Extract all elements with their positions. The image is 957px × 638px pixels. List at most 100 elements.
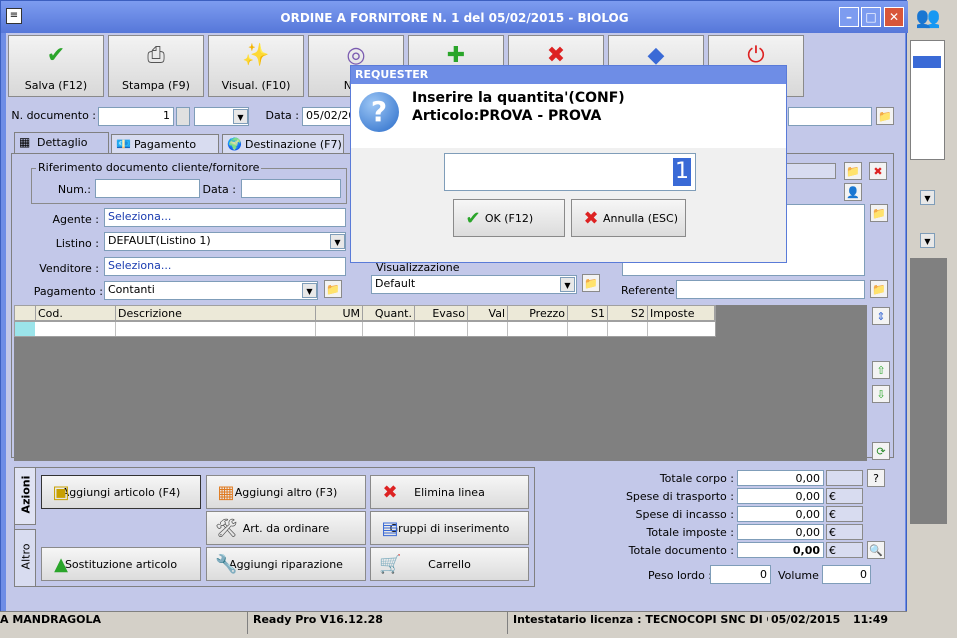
grid-header-cell[interactable]: Val	[468, 306, 508, 321]
quantity-input[interactable]: 1	[444, 153, 696, 191]
minimize-button[interactable]: –	[839, 7, 859, 27]
chevron-down-icon[interactable]: ▼	[330, 234, 345, 249]
ndoc-label: N. documento :	[11, 109, 96, 122]
tab-dettaglio[interactable]: ▦ Dettaglio (F5)	[14, 132, 109, 168]
delete-icon[interactable]: ✖	[869, 162, 887, 180]
folder-icon[interactable]: 📁	[582, 274, 600, 292]
tab-azioni[interactable]: Azioni	[14, 467, 36, 525]
add-other-button[interactable]: ▦ Aggiungi altro (F3)	[206, 475, 366, 509]
folder-icon[interactable]: 📁	[870, 280, 888, 298]
items-to-order-button[interactable]: 🛠 Art. da ordinare	[206, 511, 366, 545]
grid-header-cell[interactable]: Cod.	[36, 306, 116, 321]
grid-header-cell[interactable]: Quant.	[363, 306, 415, 321]
requester-dialog: REQUESTER ? Inserire la quantita'(CONF) …	[350, 65, 787, 263]
dialog-line-2: Articolo:PROVA - PROVA	[412, 108, 602, 124]
num-field[interactable]	[95, 179, 200, 198]
help-button[interactable]: ?	[867, 469, 885, 487]
refresh-icon[interactable]: ⟳	[872, 442, 890, 460]
wrench-icon: 🔧	[215, 554, 238, 575]
cancel-button[interactable]: ✖ Annulla (ESC)	[571, 199, 686, 237]
venditore-field[interactable]: Seleziona...	[104, 257, 346, 276]
globe-icon: 🌍	[227, 137, 242, 151]
cart-button[interactable]: 🛒 Carrello	[370, 547, 529, 581]
print-button[interactable]: ⎙ Stampa (F9)	[108, 35, 204, 97]
arrow-down-icon[interactable]: ⇩	[872, 385, 890, 403]
close-button[interactable]: ✕	[884, 7, 904, 27]
date-label: Data :	[265, 109, 299, 122]
totals-label: Spese di trasporto :	[625, 490, 734, 503]
peso-label: Peso lordo :	[648, 569, 712, 582]
agente-label: Agente :	[52, 213, 99, 226]
agente-field[interactable]: Seleziona...	[104, 208, 346, 227]
arrow-up-icon[interactable]: ⇧	[872, 361, 890, 379]
status-date: 05/02/2015	[771, 613, 841, 626]
cell-divider	[567, 322, 568, 336]
insert-groups-button[interactable]: ▤ Gruppi di inserimento	[370, 511, 529, 545]
volume-field[interactable]: 0	[822, 565, 871, 584]
peso-field[interactable]: 0	[710, 565, 771, 584]
grid-header-cell[interactable]: Evaso	[415, 306, 468, 321]
zoom-icon[interactable]: 🔍	[867, 541, 885, 559]
background-dropdown: ▼	[920, 190, 935, 205]
person-icon[interactable]: 👤	[844, 183, 862, 201]
totals-suffix	[826, 470, 863, 486]
group-add-icon: ▤	[381, 518, 399, 539]
totals-value: 0,00	[737, 470, 824, 486]
folder-icon[interactable]: 📁	[870, 204, 888, 222]
ndoc-field[interactable]: 1	[98, 107, 174, 126]
referente-field[interactable]	[676, 280, 865, 299]
row-indicator	[15, 322, 35, 336]
background-dropdown: ▼	[920, 233, 935, 248]
add-article-button[interactable]: ▣ Aggiungi articolo (F4)	[41, 475, 201, 509]
folder-icon[interactable]: 📁	[324, 280, 342, 298]
maximize-button[interactable]: □	[861, 7, 881, 27]
cell-divider	[467, 322, 468, 336]
chevron-down-icon[interactable]: ▼	[302, 283, 317, 298]
header-field-right[interactable]	[788, 107, 872, 126]
folder-icon[interactable]: 📁	[844, 162, 862, 180]
listino-select[interactable]: DEFAULT(Listino 1)	[104, 232, 346, 251]
right-field-top	[786, 163, 836, 179]
tab-destinazione[interactable]: 🌍 Destinazione (F7)	[222, 134, 344, 154]
status-version: Ready Pro V16.12.28	[253, 613, 383, 626]
save-button[interactable]: ✔ Salva (F12)	[8, 35, 104, 97]
status-divider	[507, 612, 508, 634]
users-icon[interactable]: 👥	[913, 5, 943, 33]
visualizzazione-select[interactable]: Default	[371, 275, 577, 294]
dialog-message-area: ? Inserire la quantita'(CONF) Articolo:P…	[351, 84, 786, 148]
preview-button[interactable]: ✨ Visual. (F10)	[208, 35, 304, 97]
replace-article-button[interactable]: ▲ Sostituzione articolo	[41, 547, 201, 581]
num-label: Num.:	[57, 183, 91, 196]
desktop-background: ▼ ▼ 👥	[905, 0, 957, 637]
tab-altro[interactable]: Altro	[14, 529, 36, 587]
status-company: A MANDRAGOLA	[0, 613, 102, 626]
table-row[interactable]	[14, 321, 716, 337]
collection-cost-field[interactable]: 0,00	[737, 506, 824, 522]
venditore-label: Venditore :	[39, 262, 99, 275]
background-selection	[913, 56, 941, 68]
delete-line-button[interactable]: ✖ Elimina linea	[370, 475, 529, 509]
grid-header-cell[interactable]: S1	[568, 306, 608, 321]
tab-pagamento[interactable]: 💶 Pagamento (F6)	[111, 134, 219, 170]
shapes-icon: ▲	[54, 554, 68, 575]
transport-cost-field[interactable]: 0,00	[737, 488, 824, 504]
table-icon: ▦	[19, 135, 31, 149]
chevron-down-icon[interactable]: ▼	[560, 277, 575, 292]
folder-icon[interactable]: 📁	[876, 107, 894, 125]
ok-button[interactable]: ✔ OK (F12)	[453, 199, 565, 237]
date-field[interactable]: 05/02/20	[302, 107, 352, 126]
add-repair-button[interactable]: 🔧 Aggiungi riparazione	[206, 547, 366, 581]
rif-date-field[interactable]	[241, 179, 341, 198]
sort-icon[interactable]: ⇕	[872, 307, 890, 325]
grid-header-cell[interactable]: UM	[316, 306, 363, 321]
referente-label: Referente	[621, 284, 675, 297]
grid-header-cell[interactable]: S2	[608, 306, 648, 321]
grid-header-cell[interactable]: Descrizione	[116, 306, 316, 321]
grid-header-cell[interactable]: Imposte	[648, 306, 715, 321]
add-grid-icon: ▦	[217, 482, 235, 503]
pagamento-select[interactable]: Contanti	[104, 281, 318, 300]
background-grid	[910, 258, 947, 524]
ndoc-spin-button[interactable]	[176, 107, 190, 126]
grid-header-cell[interactable]: Prezzo	[508, 306, 568, 321]
chevron-down-icon[interactable]: ▼	[233, 109, 248, 124]
